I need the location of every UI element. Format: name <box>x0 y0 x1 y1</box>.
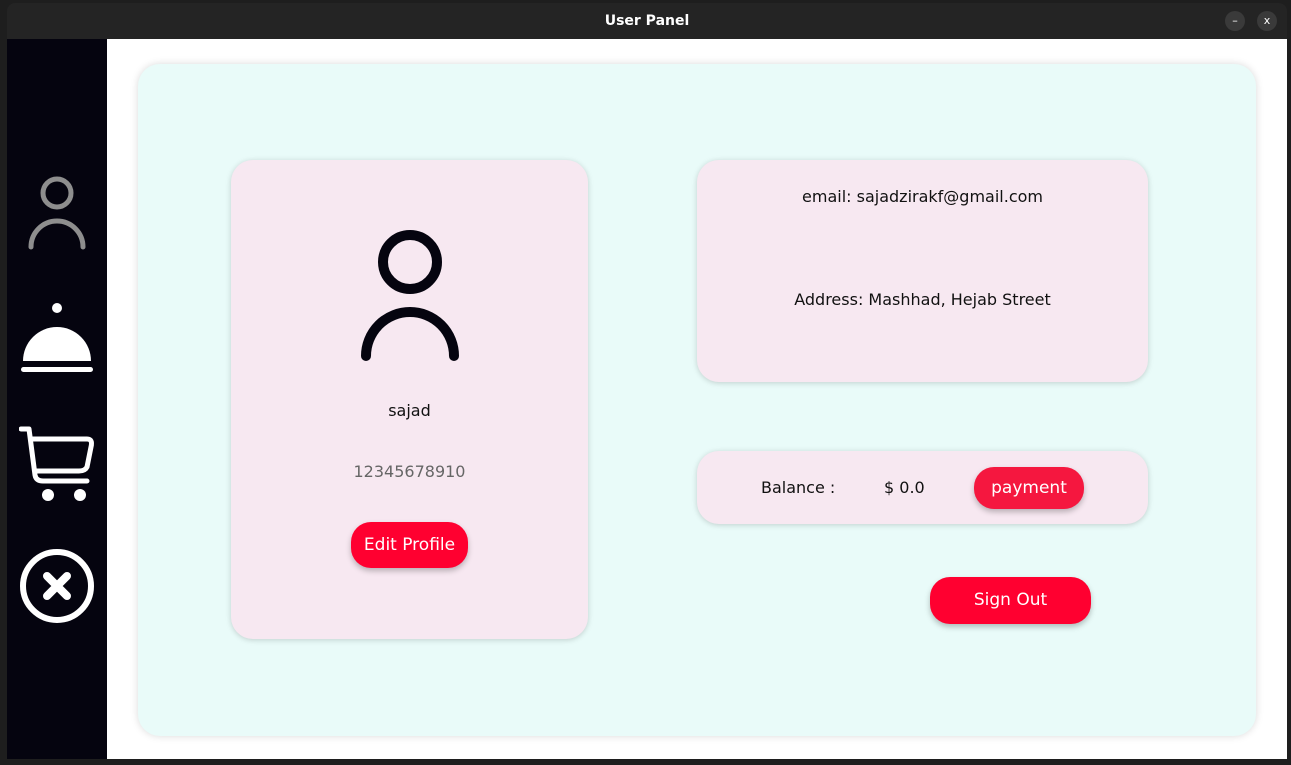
email-text: email: sajadzirakf@gmail.com <box>802 187 1043 206</box>
sidebar <box>7 39 107 759</box>
cart-icon <box>18 426 94 501</box>
avatar <box>361 230 459 361</box>
edit-profile-button[interactable]: Edit Profile <box>351 522 468 568</box>
payment-button[interactable]: payment <box>974 467 1084 509</box>
close-circle-icon <box>20 549 94 623</box>
window-title: User Panel <box>604 13 690 29</box>
sign-out-button[interactable]: Sign Out <box>930 577 1091 624</box>
profile-phone: 12345678910 <box>353 462 466 481</box>
contact-card: email: sajadzirakf@gmail.com Address: Ma… <box>697 160 1148 382</box>
balance-value: $ 0.0 <box>884 478 925 497</box>
food-cloche-icon <box>21 303 93 372</box>
minimize-button[interactable]: – <box>1225 11 1245 31</box>
balance-label: Balance : <box>761 478 836 497</box>
profile-card: sajad 12345678910 Edit Profile <box>231 160 588 639</box>
sidebar-item-food[interactable] <box>19 297 95 377</box>
balance-card: Balance : $ 0.0 payment <box>697 451 1148 524</box>
close-window-button[interactable]: x <box>1257 11 1277 31</box>
user-panel: sajad 12345678910 Edit Profile email: sa… <box>138 64 1256 736</box>
sidebar-item-profile[interactable] <box>19 171 95 251</box>
sidebar-item-exit[interactable] <box>19 547 95 627</box>
address-text: Address: Mashhad, Hejab Street <box>794 290 1051 309</box>
content-area: sajad 12345678910 Edit Profile email: sa… <box>107 39 1287 759</box>
sidebar-item-cart[interactable] <box>18 423 95 503</box>
user-icon <box>28 176 86 250</box>
title-bar: User Panel – x <box>7 3 1287 39</box>
profile-name: sajad <box>388 401 431 420</box>
